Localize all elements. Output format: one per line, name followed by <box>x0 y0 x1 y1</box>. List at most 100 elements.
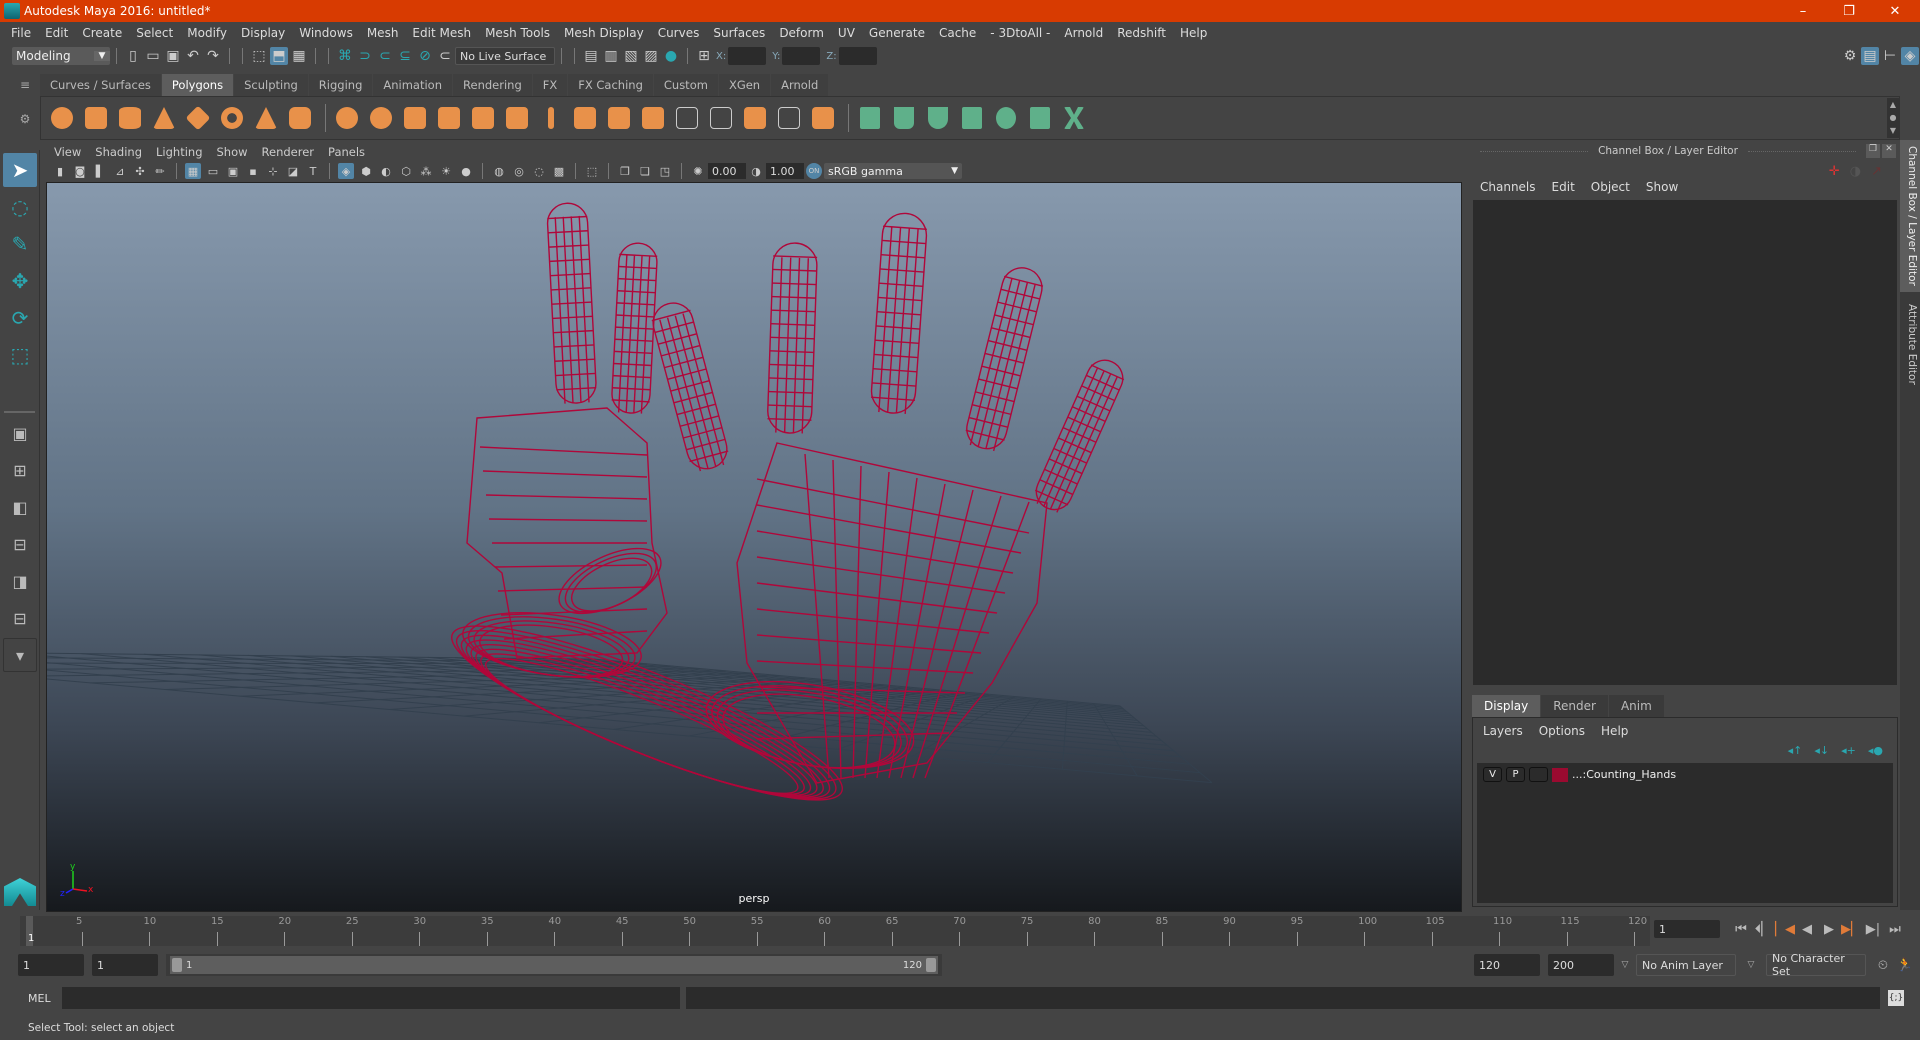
paint-select-tool-icon[interactable]: ✎ <box>3 227 37 261</box>
grease-pencil-icon[interactable]: ✏ <box>152 163 168 179</box>
restore-button[interactable]: ❐ <box>1826 0 1872 22</box>
poly-cylinder-icon[interactable] <box>115 103 145 133</box>
tab-attribute-editor[interactable]: Attribute Editor <box>1900 298 1920 408</box>
bevel-icon[interactable] <box>604 103 634 133</box>
single-perspective-layout-icon[interactable]: ▣ <box>3 416 37 450</box>
layer-playback-toggle[interactable]: P <box>1506 767 1525 782</box>
wireframe-icon[interactable]: ◈ <box>338 163 354 179</box>
unfold-uv-icon[interactable] <box>991 103 1021 133</box>
extrude-icon[interactable] <box>570 103 600 133</box>
viewport-menu-show[interactable]: Show <box>217 145 248 159</box>
motion-blur-icon[interactable]: ◎ <box>511 163 527 179</box>
shelf-tab-fx-caching[interactable]: FX Caching <box>568 74 653 96</box>
shelf-tab-xgen[interactable]: XGen <box>718 74 771 96</box>
animation-preferences-icon[interactable]: 🏃 <box>1894 954 1916 976</box>
colorspace-dropdown[interactable]: sRGB gamma ▼ <box>824 163 962 179</box>
menu-redshift[interactable]: Redshift <box>1117 26 1166 40</box>
poly-cone-icon[interactable] <box>149 103 179 133</box>
ambient-occlusion-icon[interactable]: ◍ <box>491 163 507 179</box>
scale-tool-icon[interactable]: ⬚ <box>3 338 37 372</box>
menu-edit[interactable]: Edit <box>45 26 68 40</box>
textured-icon[interactable]: ⁂ <box>418 163 434 179</box>
range-end-handle[interactable] <box>926 958 936 972</box>
snap-live-icon[interactable]: ⊂ <box>436 47 454 65</box>
tab-channel-box-layer-editor[interactable]: Channel Box / Layer Editor <box>1900 140 1920 292</box>
ipr-render-icon[interactable]: ▧ <box>622 47 640 65</box>
channel-box-toggle-icon[interactable]: ◈ <box>1901 47 1919 65</box>
drag-handle[interactable] <box>1747 150 1856 152</box>
mirror-icon[interactable] <box>400 103 430 133</box>
poly-sphere-icon[interactable] <box>47 103 77 133</box>
viewport-menu-view[interactable]: View <box>54 145 81 159</box>
go-to-end-icon[interactable]: ⏭ <box>1884 918 1906 940</box>
color-management-icon[interactable]: ON <box>806 163 822 179</box>
automatic-uv-icon[interactable] <box>957 103 987 133</box>
shelf-tab-rigging[interactable]: Rigging <box>308 74 373 96</box>
exposure-field[interactable]: 0.00 <box>708 163 746 179</box>
menu-file[interactable]: File <box>11 26 31 40</box>
layer-row[interactable]: V P ...:Counting_Hands <box>1483 767 1887 782</box>
rotate-tool-icon[interactable]: ⟳ <box>3 301 37 335</box>
separate-icon[interactable] <box>366 103 396 133</box>
wireframe-on-shaded-icon[interactable]: ⬡ <box>398 163 414 179</box>
close-button[interactable]: ✕ <box>1872 0 1918 22</box>
move-tool-icon[interactable]: ✥ <box>3 264 37 298</box>
save-scene-icon[interactable]: ▣ <box>164 47 182 65</box>
layer-tab-anim[interactable]: Anim <box>1608 695 1664 717</box>
live-surface-field[interactable]: No Live Surface <box>455 47 555 65</box>
menu-create[interactable]: Create <box>82 26 122 40</box>
anim-layer-chevron-icon[interactable]: ▽ <box>1614 960 1636 970</box>
shelf-tab-curves-surfaces[interactable]: Curves / Surfaces <box>40 74 161 96</box>
fill-hole-icon[interactable] <box>808 103 838 133</box>
shelf-tab-fx[interactable]: FX <box>532 74 568 96</box>
z-field[interactable] <box>838 47 877 65</box>
poly-plane-icon[interactable] <box>183 103 213 133</box>
channel-box-menu-object[interactable]: Object <box>1591 180 1630 194</box>
step-forward-key-icon[interactable]: ▶▏ <box>1840 918 1862 940</box>
channel-speed-icon[interactable]: ◑ <box>1850 164 1861 179</box>
shadows-icon[interactable]: ● <box>458 163 474 179</box>
channel-box-menu-show[interactable]: Show <box>1646 180 1678 194</box>
menu-help[interactable]: Help <box>1180 26 1207 40</box>
menuset-dropdown[interactable]: Modeling ▼ <box>12 47 110 65</box>
quadrangulate-icon[interactable] <box>774 103 804 133</box>
menu-curves[interactable]: Curves <box>658 26 700 40</box>
depth-of-field-icon[interactable]: ▩ <box>551 163 567 179</box>
play-backwards-icon[interactable]: ◀ <box>1796 918 1818 940</box>
four-view-layout-icon[interactable]: ⊞ <box>3 453 37 487</box>
snap-point-icon[interactable]: ⊂ <box>376 47 394 65</box>
viewport-menu-lighting[interactable]: Lighting <box>156 145 202 159</box>
shelf-settings-icon[interactable]: ⚙ <box>14 112 36 126</box>
select-component-icon[interactable]: ▦ <box>290 47 308 65</box>
xray-joints-icon[interactable]: ◳ <box>657 163 673 179</box>
playback-start-field[interactable]: 1 <box>92 954 158 976</box>
step-forward-frame-icon[interactable]: ▶| <box>1862 918 1884 940</box>
perspective-viewport[interactable]: y x z persp <box>46 182 1462 912</box>
channel-box-menu-edit[interactable]: Edit <box>1552 180 1575 194</box>
menu-uv[interactable]: UV <box>838 26 855 40</box>
menu-select[interactable]: Select <box>136 26 173 40</box>
mel-input[interactable] <box>62 987 680 1009</box>
resolution-gate-icon[interactable]: ▣ <box>225 163 241 179</box>
layout-uv-icon[interactable] <box>1059 103 1089 133</box>
range-slider[interactable]: 1 120 <box>166 954 942 976</box>
use-all-lights-icon[interactable]: ☀ <box>438 163 454 179</box>
range-start-handle[interactable] <box>172 958 182 972</box>
menu-cache[interactable]: Cache <box>939 26 976 40</box>
menu-windows[interactable]: Windows <box>299 26 353 40</box>
poly-torus-icon[interactable] <box>217 103 247 133</box>
layer-display-type-toggle[interactable] <box>1529 767 1548 782</box>
poly-cube-icon[interactable] <box>81 103 111 133</box>
shelf-menu-icon[interactable]: ≡ <box>14 78 36 92</box>
reduce-icon[interactable] <box>468 103 498 133</box>
image-plane-icon[interactable]: ⊿ <box>112 163 128 179</box>
shelf-tab-arnold[interactable]: Arnold <box>771 74 829 96</box>
character-set-chevron-icon[interactable]: ▽ <box>1736 960 1766 970</box>
manipulator-axes-icon[interactable]: ✛ <box>1829 164 1840 179</box>
poly-pyramid-icon[interactable] <box>251 103 281 133</box>
combine-icon[interactable] <box>332 103 362 133</box>
menu-edit-mesh[interactable]: Edit Mesh <box>412 26 471 40</box>
counting-hands-wireframe[interactable] <box>437 202 1128 829</box>
modeling-toolkit-icon[interactable]: ⚙ <box>1841 47 1859 65</box>
menu-mesh-tools[interactable]: Mesh Tools <box>485 26 550 40</box>
